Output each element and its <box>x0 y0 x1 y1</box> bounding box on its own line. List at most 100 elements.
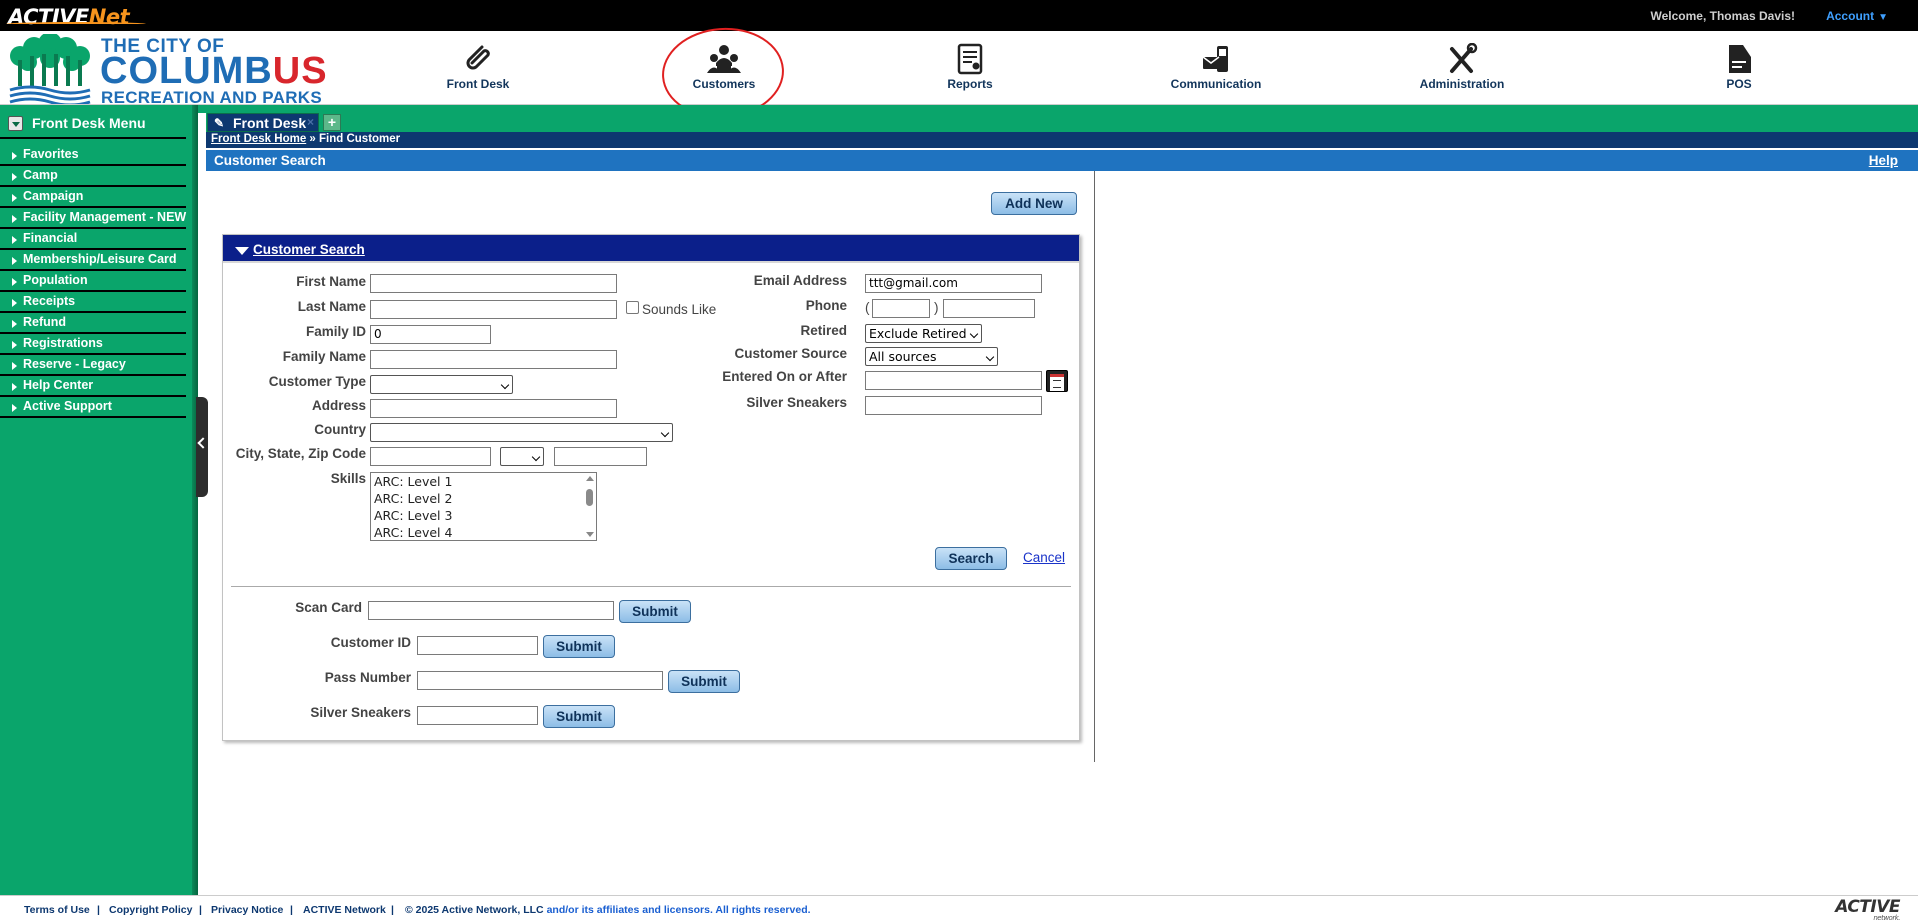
sidebar-collapse-handle[interactable] <box>196 397 208 497</box>
entered-on-input[interactable] <box>865 371 1042 390</box>
sidebar-item-camp[interactable]: Camp <box>0 166 186 187</box>
tab-strip: ✎ Front Desk × + <box>206 113 1918 132</box>
page-title: Customer Search <box>214 153 326 168</box>
paperclip-icon <box>466 45 490 70</box>
top-bar: ACTIVENet Welcome, Thomas Davis! Account… <box>0 0 1918 31</box>
scroll-down-icon[interactable] <box>586 532 594 537</box>
active-network-link[interactable]: ACTIVE Network <box>303 904 386 916</box>
sidebar-item-reserve-legacy[interactable]: Reserve - Legacy <box>0 355 186 376</box>
calendar-icon[interactable] <box>1046 370 1068 392</box>
help-link[interactable]: Help <box>1869 153 1898 168</box>
breadcrumb: Front Desk Home » Find Customer <box>206 132 1918 148</box>
add-new-button[interactable]: Add New <box>991 192 1077 215</box>
tab-front-desk[interactable]: ✎ Front Desk × <box>207 113 319 132</box>
breadcrumb-current: Find Customer <box>319 133 401 145</box>
pass-number-label: Pass Number <box>324 670 411 685</box>
country-select[interactable] <box>370 423 673 442</box>
nav-pos[interactable]: POS <box>1669 43 1809 91</box>
header-band <box>0 105 1918 113</box>
phone-label: Phone <box>805 298 847 313</box>
state-select[interactable] <box>500 447 544 466</box>
nav-front-desk[interactable]: Front Desk <box>408 43 548 91</box>
logo-text-columbus: COLUMBUS <box>100 50 328 92</box>
retired-select[interactable]: Exclude Retired <box>865 324 982 343</box>
entered-on-label: Entered On or After <box>722 369 847 384</box>
city-input[interactable] <box>370 447 491 466</box>
sidebar-item-refund[interactable]: Refund <box>0 313 186 334</box>
skills-option[interactable]: ARC: Level 2 <box>371 490 596 507</box>
nav-reports[interactable]: Reports <box>900 43 1040 91</box>
sounds-like-checkbox[interactable] <box>626 301 639 314</box>
copyright-policy-link[interactable]: Copyright Policy <box>109 904 192 916</box>
sidebar-item-favorites[interactable]: Favorites <box>0 145 186 166</box>
last-name-label: Last Name <box>297 299 366 314</box>
sidebar-item-campaign[interactable]: Campaign <box>0 187 186 208</box>
silver-sneakers-submit-button[interactable]: Submit <box>543 705 615 728</box>
scroll-up-icon[interactable] <box>586 476 594 481</box>
phone-area-input[interactable] <box>872 299 930 318</box>
last-name-input[interactable] <box>370 300 617 319</box>
content-divider <box>1094 171 1095 762</box>
sidebar-item-membership[interactable]: Membership/Leisure Card <box>0 250 186 271</box>
privacy-link[interactable]: Privacy Notice <box>211 904 283 916</box>
sidebar-item-receipts[interactable]: Receipts <box>0 292 186 313</box>
pencil-icon: ✎ <box>214 116 225 130</box>
customer-source-label: Customer Source <box>734 346 847 361</box>
first-name-label: First Name <box>296 274 366 289</box>
customer-id-input[interactable] <box>417 636 538 655</box>
city-state-zip-label: City, State, Zip Code <box>235 446 366 461</box>
sidebar-menu: Favorites Camp Campaign Facility Managem… <box>0 145 186 418</box>
phone-paren-close: ) <box>934 300 939 315</box>
cancel-link[interactable]: Cancel <box>1023 550 1065 565</box>
customer-id-label: Customer ID <box>330 635 411 650</box>
nav-communication[interactable]: Communication <box>1146 43 1286 91</box>
sidebar-item-facility-management[interactable]: Facility Management - NEW <box>0 208 186 229</box>
address-input[interactable] <box>370 399 617 418</box>
tree-logo-icon <box>9 34 91 104</box>
collapse-triangle-icon <box>235 247 249 255</box>
panel-header[interactable]: Customer Search <box>223 235 1079 263</box>
sidebar-item-active-support[interactable]: Active Support <box>0 397 186 418</box>
silver-sneakers-lookup-label: Silver Sneakers <box>310 705 411 720</box>
breadcrumb-home-link[interactable]: Front Desk Home <box>211 133 306 145</box>
app-header: THE CITY OF COLUMBUS RECREATION AND PARK… <box>0 31 1918 107</box>
skills-listbox[interactable]: ARC: Level 1 ARC: Level 2 ARC: Level 3 A… <box>370 472 597 541</box>
sidebar-item-help-center[interactable]: Help Center <box>0 376 186 397</box>
search-button[interactable]: Search <box>935 547 1007 570</box>
zip-input[interactable] <box>554 447 647 466</box>
account-menu[interactable]: Account ▼ <box>1826 9 1888 23</box>
receipt-icon <box>1729 45 1751 73</box>
skills-option[interactable]: ARC: Level 3 <box>371 507 596 524</box>
customer-source-select[interactable]: All sources <box>865 347 998 366</box>
terms-link[interactable]: Terms of Use <box>24 904 90 916</box>
city-logo[interactable]: THE CITY OF COLUMBUS RECREATION AND PARK… <box>6 34 327 107</box>
page-title-bar: Customer Search Help <box>206 150 1918 171</box>
pass-number-input[interactable] <box>417 671 663 690</box>
nav-administration[interactable]: Administration <box>1392 43 1532 91</box>
customer-type-select[interactable] <box>370 375 513 394</box>
scan-card-input[interactable] <box>368 601 614 620</box>
add-tab-button[interactable]: + <box>323 114 341 131</box>
sidebar-title[interactable]: Front Desk Menu <box>0 109 186 139</box>
sidebar-item-population[interactable]: Population <box>0 271 186 292</box>
customer-type-label: Customer Type <box>268 374 366 389</box>
family-name-input[interactable] <box>370 350 617 369</box>
sidebar-item-registrations[interactable]: Registrations <box>0 334 186 355</box>
silver-sneakers-input[interactable] <box>865 396 1042 415</box>
email-input[interactable]: ttt@gmail.com <box>865 274 1042 293</box>
scan-card-submit-button[interactable]: Submit <box>619 600 691 623</box>
skills-option[interactable]: ARC: Level 1 <box>371 473 596 490</box>
first-name-input[interactable] <box>370 274 617 293</box>
caret-down-icon: ▼ <box>1878 12 1888 23</box>
scroll-thumb[interactable] <box>586 489 593 506</box>
menu-toggle-icon[interactable] <box>8 116 23 131</box>
pass-number-submit-button[interactable]: Submit <box>668 670 740 693</box>
skills-option[interactable]: ARC: Level 4 <box>371 524 596 540</box>
silver-sneakers-lookup-input[interactable] <box>417 706 538 725</box>
family-id-input[interactable]: 0 <box>370 325 491 344</box>
sidebar-item-financial[interactable]: Financial <box>0 229 186 250</box>
customer-id-submit-button[interactable]: Submit <box>543 635 615 658</box>
skills-scrollbar[interactable] <box>583 473 596 540</box>
phone-number-input[interactable] <box>943 299 1035 318</box>
close-icon[interactable]: × <box>307 115 314 129</box>
